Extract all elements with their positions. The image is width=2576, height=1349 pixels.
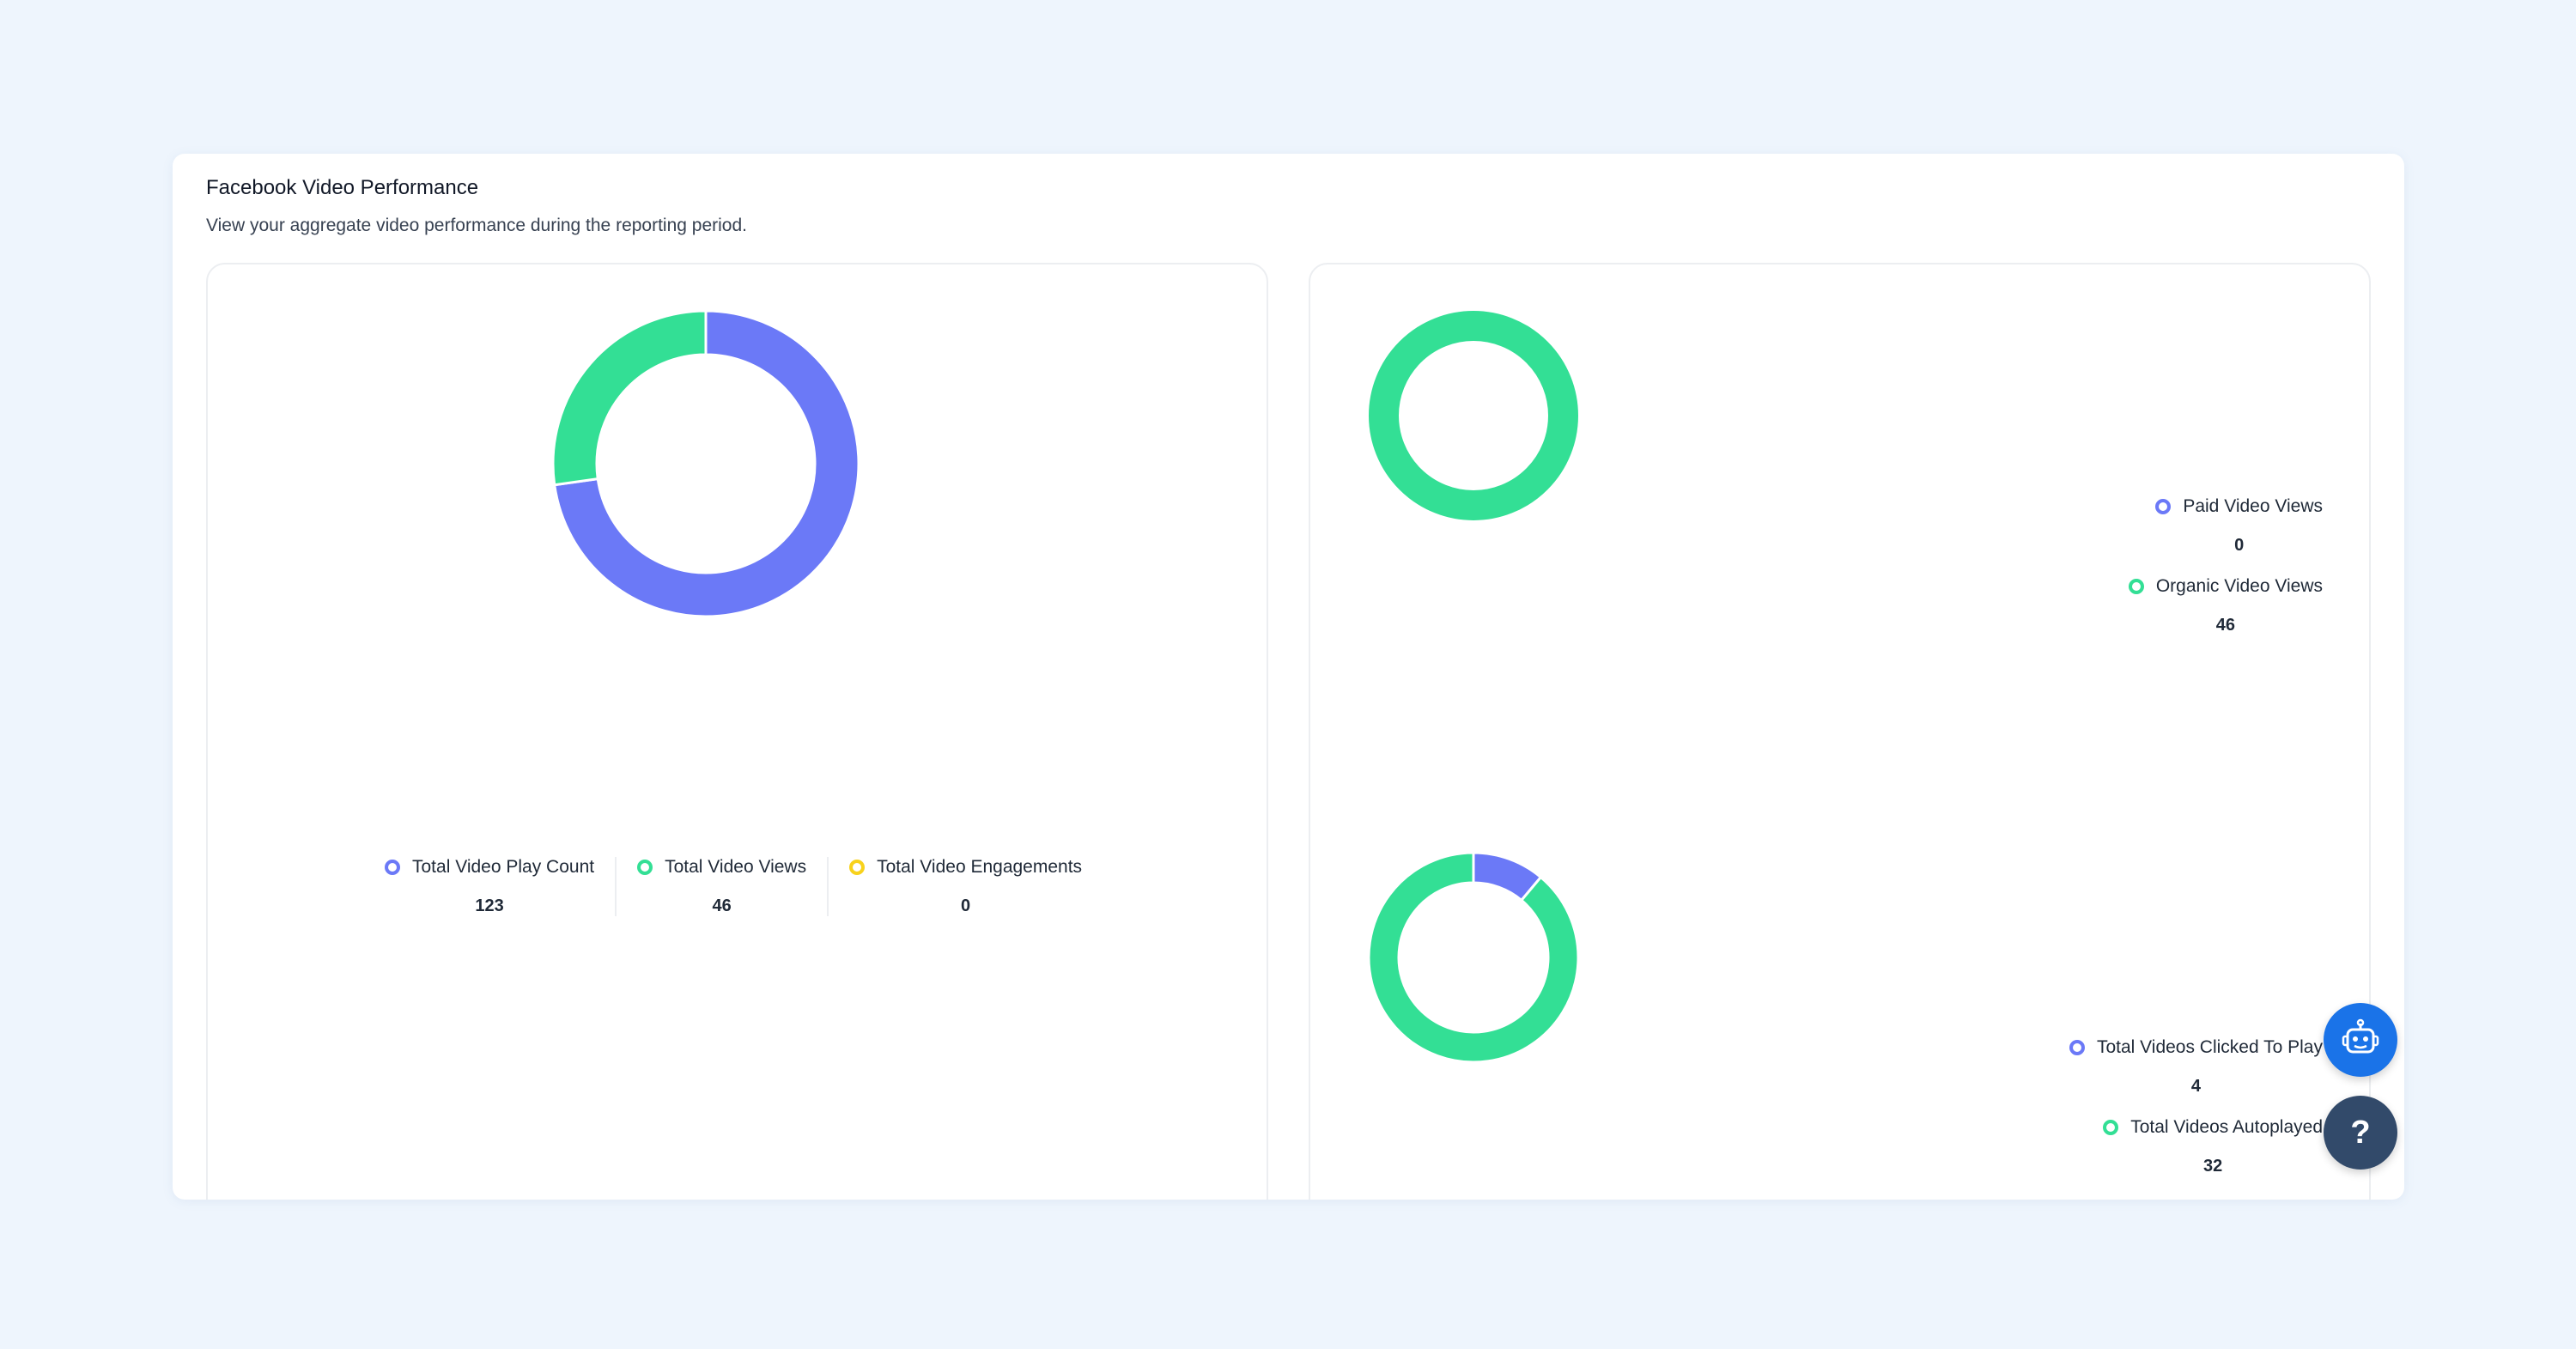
- click-autoplay-legend: Total Videos Clicked To Play 4 Total Vid…: [2069, 1037, 2323, 1197]
- help-button[interactable]: ?: [2324, 1096, 2397, 1170]
- legend-value: 0: [2234, 536, 2245, 555]
- legend-value: 46: [712, 896, 732, 915]
- paid-organic-legend: Paid Video Views 0 Organic Video Views 4…: [2128, 496, 2323, 656]
- legend-marker-icon: [2128, 579, 2144, 594]
- legend-label: Total Video Engagements: [877, 857, 1083, 877]
- legend-marker-icon: [385, 860, 400, 875]
- legend-label: Organic Video Views: [2155, 576, 2323, 596]
- card-title: Facebook Video Performance: [206, 176, 479, 199]
- donut-slice-organic-video-views[interactable]: [1369, 311, 1578, 520]
- question-icon: ?: [2350, 1114, 2371, 1151]
- legend-item-clicked-to-play[interactable]: Total Videos Clicked To Play 4: [2069, 1037, 2323, 1097]
- chatbot-button[interactable]: [2324, 1003, 2397, 1077]
- legend-label: Total Video Views: [665, 857, 807, 877]
- legend-item-video-views[interactable]: Total Video Views 46: [615, 857, 827, 916]
- legend-label: Total Video Play Count: [412, 857, 595, 877]
- robot-icon: [2342, 1018, 2379, 1054]
- legend-item-play-count[interactable]: Total Video Play Count 123: [385, 857, 615, 916]
- play-count-panel: Total Video Play Count 123 Total Video V…: [206, 263, 1268, 1200]
- views-breakdown-panel: Paid Video Views 0 Organic Video Views 4…: [1309, 263, 2371, 1200]
- legend-value: 32: [2202, 1157, 2223, 1176]
- legend-item-video-engagements[interactable]: Total Video Engagements 0: [827, 857, 1082, 916]
- legend-item-autoplayed[interactable]: Total Videos Autoplayed 32: [2103, 1117, 2323, 1176]
- play-count-legend: Total Video Play Count 123 Total Video V…: [385, 857, 1082, 916]
- legend-label: Total Videos Clicked To Play: [2096, 1037, 2323, 1057]
- card-subtitle: View your aggregate video performance du…: [206, 216, 747, 235]
- legend-label: Total Videos Autoplayed: [2130, 1117, 2323, 1137]
- paid-organic-donut-chart: [1369, 311, 1578, 520]
- legend-item-paid-views[interactable]: Paid Video Views 0: [2155, 496, 2323, 556]
- donut-slice-total-video-views[interactable]: [551, 309, 708, 487]
- donut-slice-total-videos-autoplayed[interactable]: [1367, 851, 1580, 1064]
- video-performance-card: Facebook Video Performance View your agg…: [173, 154, 2404, 1200]
- click-autoplay-donut-chart: [1367, 851, 1580, 1064]
- legend-marker-icon: [637, 860, 653, 875]
- legend-marker-icon: [2069, 1040, 2085, 1055]
- legend-value: 0: [961, 896, 971, 915]
- legend-marker-icon: [2103, 1120, 2119, 1135]
- play-count-donut-chart: [551, 309, 860, 618]
- legend-marker-icon: [2155, 499, 2172, 514]
- legend-value: 123: [475, 896, 504, 915]
- legend-value: 4: [2190, 1077, 2202, 1096]
- legend-value: 46: [2215, 616, 2236, 635]
- legend-marker-icon: [849, 860, 866, 875]
- legend-item-organic-views[interactable]: Organic Video Views 46: [2128, 576, 2323, 635]
- legend-label: Paid Video Views: [2183, 496, 2323, 516]
